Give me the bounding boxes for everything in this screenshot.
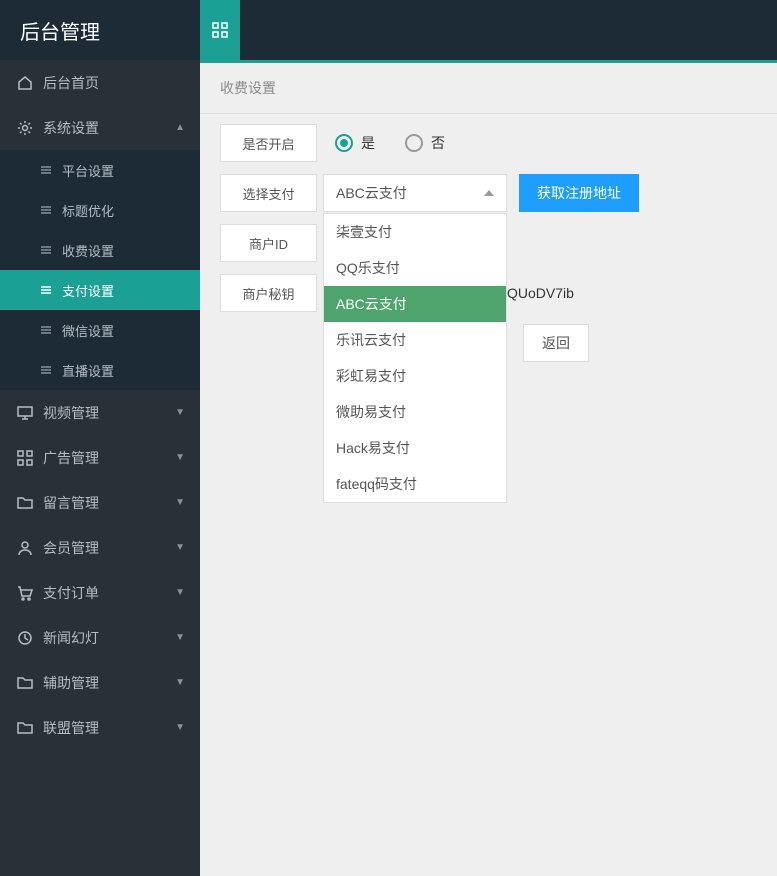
payment-option-2[interactable]: ABC云支付 xyxy=(324,286,506,322)
label-payment: 选择支付 xyxy=(220,174,317,212)
nav-sub-label: 平台设置 xyxy=(62,161,114,180)
chevron-down-icon: ▼ xyxy=(175,722,185,733)
cart-icon xyxy=(15,585,35,601)
clock-icon xyxy=(15,630,35,646)
nav-sub-label: 直播设置 xyxy=(62,361,114,380)
list-icon xyxy=(38,324,54,336)
grid-icon xyxy=(212,22,228,38)
label-merchant-key: 商户秘钥 xyxy=(220,274,317,312)
user-icon xyxy=(15,540,35,556)
nav-item-8[interactable]: 辅助管理▼ xyxy=(0,660,200,705)
nav-sub-item-0[interactable]: 平台设置 xyxy=(0,150,200,190)
payment-option-6[interactable]: Hack易支付 xyxy=(324,430,506,466)
nav-label: 系统设置 xyxy=(43,118,175,138)
label-merchant-id: 商户ID xyxy=(220,224,317,262)
nav-sub-label: 收费设置 xyxy=(62,241,114,260)
chevron-down-icon: ▼ xyxy=(175,542,185,553)
chevron-down-icon: ▼ xyxy=(175,452,185,463)
nav-item-7[interactable]: 新闻幻灯▼ xyxy=(0,615,200,660)
nav-label: 留言管理 xyxy=(43,493,175,513)
nav-item-6[interactable]: 支付订单▼ xyxy=(0,570,200,615)
radio-circle-icon xyxy=(335,134,353,152)
chevron-down-icon: ▼ xyxy=(175,497,185,508)
nav-sub-item-4[interactable]: 微信设置 xyxy=(0,310,200,350)
header: 后台管理 xyxy=(0,0,777,60)
radio-yes-label: 是 xyxy=(361,133,375,153)
monitor-icon xyxy=(15,405,35,421)
payment-option-1[interactable]: QQ乐支付 xyxy=(324,250,506,286)
payment-option-5[interactable]: 微助易支付 xyxy=(324,394,506,430)
list-icon xyxy=(38,164,54,176)
payment-select-value: ABC云支付 xyxy=(336,183,484,203)
nav-item-5[interactable]: 会员管理▼ xyxy=(0,525,200,570)
nav-label: 会员管理 xyxy=(43,538,175,558)
merchant-key-value: QUoDV7ib xyxy=(507,274,574,312)
app-title: 后台管理 xyxy=(0,0,200,60)
payment-dropdown: 柒壹支付QQ乐支付ABC云支付乐讯云支付彩虹易支付微助易支付Hack易支付fat… xyxy=(323,213,507,503)
folder-icon xyxy=(15,675,35,691)
nav-item-3[interactable]: 广告管理▼ xyxy=(0,435,200,480)
payment-select[interactable]: ABC云支付 柒壹支付QQ乐支付ABC云支付乐讯云支付彩虹易支付微助易支付Hac… xyxy=(323,174,507,212)
list-icon xyxy=(38,204,54,216)
nav-item-4[interactable]: 留言管理▼ xyxy=(0,480,200,525)
nav-item-2[interactable]: 视频管理▼ xyxy=(0,390,200,435)
nav-label: 辅助管理 xyxy=(43,673,175,693)
page-title: 收费设置 xyxy=(200,63,777,114)
nav-sub-item-1[interactable]: 标题优化 xyxy=(0,190,200,230)
payment-option-4[interactable]: 彩虹易支付 xyxy=(324,358,506,394)
folder-icon xyxy=(15,720,35,736)
nav-label: 新闻幻灯 xyxy=(43,628,175,648)
radio-circle-icon xyxy=(405,134,423,152)
nav-sub-item-2[interactable]: 收费设置 xyxy=(0,230,200,270)
sidebar: 后台首页系统设置▲平台设置标题优化收费设置支付设置微信设置直播设置视频管理▼广告… xyxy=(0,60,200,876)
nav-sub-label: 微信设置 xyxy=(62,321,114,340)
back-button[interactable]: 返回 xyxy=(523,324,589,362)
register-button[interactable]: 获取注册地址 xyxy=(519,174,639,212)
chevron-down-icon: ▼ xyxy=(175,587,185,598)
nav-label: 支付订单 xyxy=(43,583,175,603)
payment-option-3[interactable]: 乐讯云支付 xyxy=(324,322,506,358)
nav-item-0[interactable]: 后台首页 xyxy=(0,60,200,105)
enable-radio-group: 是 否 xyxy=(335,133,445,153)
row-enable: 是否开启 是 否 xyxy=(220,124,757,162)
nav-item-9[interactable]: 联盟管理▼ xyxy=(0,705,200,750)
grid-icon xyxy=(15,450,35,466)
nav-sub-item-5[interactable]: 直播设置 xyxy=(0,350,200,390)
chevron-up-icon: ▲ xyxy=(175,122,185,133)
nav-sub-label: 支付设置 xyxy=(62,281,114,300)
dashboard-toggle-button[interactable] xyxy=(200,0,240,60)
radio-no-label: 否 xyxy=(431,133,445,153)
nav-label: 后台首页 xyxy=(43,73,185,93)
nav-label: 视频管理 xyxy=(43,403,175,423)
payment-option-0[interactable]: 柒壹支付 xyxy=(324,214,506,250)
gear-icon xyxy=(15,120,35,136)
folder-icon xyxy=(15,495,35,511)
form-area: 是否开启 是 否 选择支付 ABC云支付 xyxy=(200,114,777,394)
row-payment: 选择支付 ABC云支付 柒壹支付QQ乐支付ABC云支付乐讯云支付彩虹易支付微助易… xyxy=(220,174,757,212)
home-icon xyxy=(15,75,35,91)
chevron-down-icon: ▼ xyxy=(175,632,185,643)
list-icon xyxy=(38,284,54,296)
nav-item-1[interactable]: 系统设置▲ xyxy=(0,105,200,150)
chevron-up-icon xyxy=(484,190,494,196)
chevron-down-icon: ▼ xyxy=(175,677,185,688)
list-icon xyxy=(38,364,54,376)
nav-sub-label: 标题优化 xyxy=(62,201,114,220)
chevron-down-icon: ▼ xyxy=(175,407,185,418)
nav-label: 联盟管理 xyxy=(43,718,175,738)
nav-submenu: 平台设置标题优化收费设置支付设置微信设置直播设置 xyxy=(0,150,200,390)
nav-sub-item-3[interactable]: 支付设置 xyxy=(0,270,200,310)
radio-no[interactable]: 否 xyxy=(405,133,445,153)
label-enable: 是否开启 xyxy=(220,124,317,162)
list-icon xyxy=(38,244,54,256)
main-content: 收费设置 是否开启 是 否 选择支付 xyxy=(200,60,777,876)
nav-label: 广告管理 xyxy=(43,448,175,468)
radio-yes[interactable]: 是 xyxy=(335,133,375,153)
payment-option-7[interactable]: fateqq码支付 xyxy=(324,466,506,502)
